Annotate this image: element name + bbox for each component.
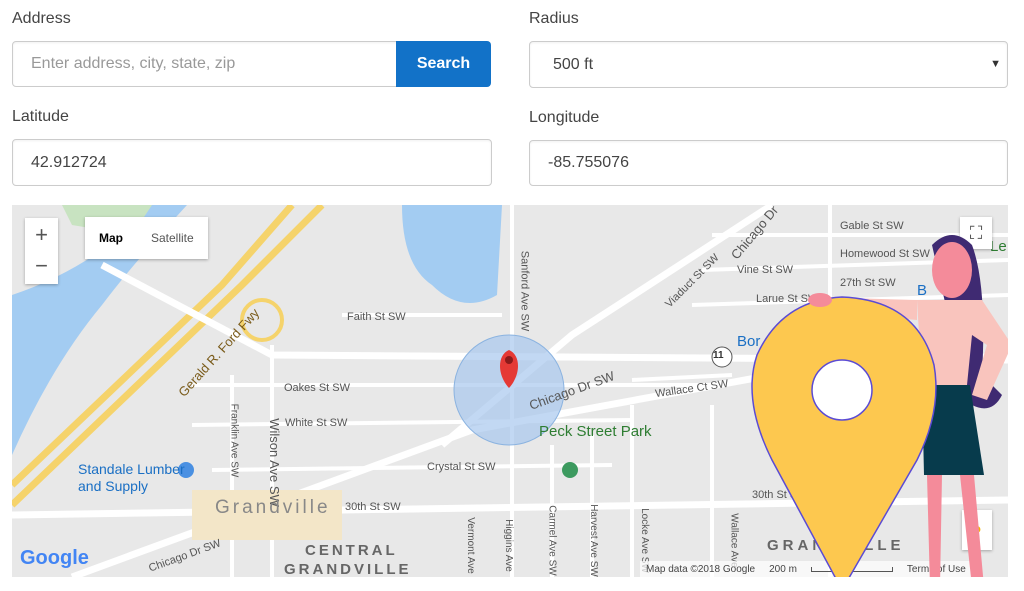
chevron-down-icon: ▼ [990,58,1001,70]
place-le[interactable]: Le [990,238,1007,255]
longitude-input[interactable]: -85.755076 [529,140,1008,186]
street-label: Larue St SW [756,293,819,305]
street-label: Franklin Ave SW [228,403,240,478]
street-label: Homewood St SW [840,248,930,260]
radius-select[interactable]: 500 ft ▼ [529,41,1008,88]
place-peck-street-park[interactable]: Peck Street Park [539,423,652,440]
map-scale: 200 m [769,563,797,575]
latitude-label: Latitude [12,108,69,125]
street-label: Vine St SW [737,264,794,276]
street-label: Gable St SW [840,220,904,232]
street-label: Wilson Ave SW [266,418,282,507]
area-grandville: GRANDVILLE [284,561,412,577]
place-standale-lumber[interactable]: Standale Lumber and Supply [78,461,188,495]
google-logo: Google [20,547,89,569]
zoom-in-button[interactable]: + [25,218,58,251]
street-label: White St SW [285,417,348,429]
map-type-satellite[interactable]: Satellite [137,231,208,245]
zoom-control: + − [25,218,58,284]
terms-link[interactable]: Terms of Use [907,564,966,575]
address-label: Address [12,10,71,27]
street-label: Harvest Ave SW [587,504,599,577]
area-grandville-east: GRANDVILLE [767,537,905,554]
map-type-map[interactable]: Map [85,231,137,245]
street-label: Oakes St SW [284,382,351,394]
street-label: Sanford Ave SW [518,250,531,332]
search-button[interactable]: Search [396,41,491,87]
latitude-input[interactable]: 42.912724 [12,139,492,186]
street-label: Carmel Ave SW [546,505,558,576]
street-label: Crystal St SW [427,461,496,473]
radius-value: 500 ft [553,55,594,73]
route-shield: 11 [713,350,724,361]
map[interactable]: Gerald R. Ford Fwy Faith St SW Oakes St … [12,205,1008,577]
street-label: Wallace Ave [728,513,740,568]
street-label: Faith St SW [347,311,406,323]
place-bor[interactable]: Bor [737,333,760,350]
street-label: 27th St SW [840,277,896,289]
fullscreen-icon[interactable]: ⛶ [960,217,992,249]
longitude-label: Longitude [529,109,600,126]
zoom-out-button[interactable]: − [25,251,58,284]
lake [402,205,502,303]
address-input[interactable]: Enter address, city, state, zip [12,41,402,87]
place-grandville: Grandville [215,497,331,518]
street-view-pegman-icon[interactable]: ● [962,510,992,550]
longitude-value: -85.755076 [548,154,629,171]
latitude-value: 42.912724 [31,153,107,171]
place-baker[interactable]: B ker [917,282,981,299]
map-attribution: Map data ©2018 Google [646,563,756,575]
map-type-control: Map Satellite [85,217,208,259]
street-label: 30th St SW [345,501,401,513]
radius-label: Radius [529,10,579,27]
street-label: 30th St SW [752,489,808,501]
street-label: Higgins Ave [502,519,514,572]
street-label: Vermont Ave [464,517,476,574]
address-placeholder: Enter address, city, state, zip [31,55,236,72]
scale-bar [810,566,893,572]
area-central: CENTRAL [305,542,398,559]
